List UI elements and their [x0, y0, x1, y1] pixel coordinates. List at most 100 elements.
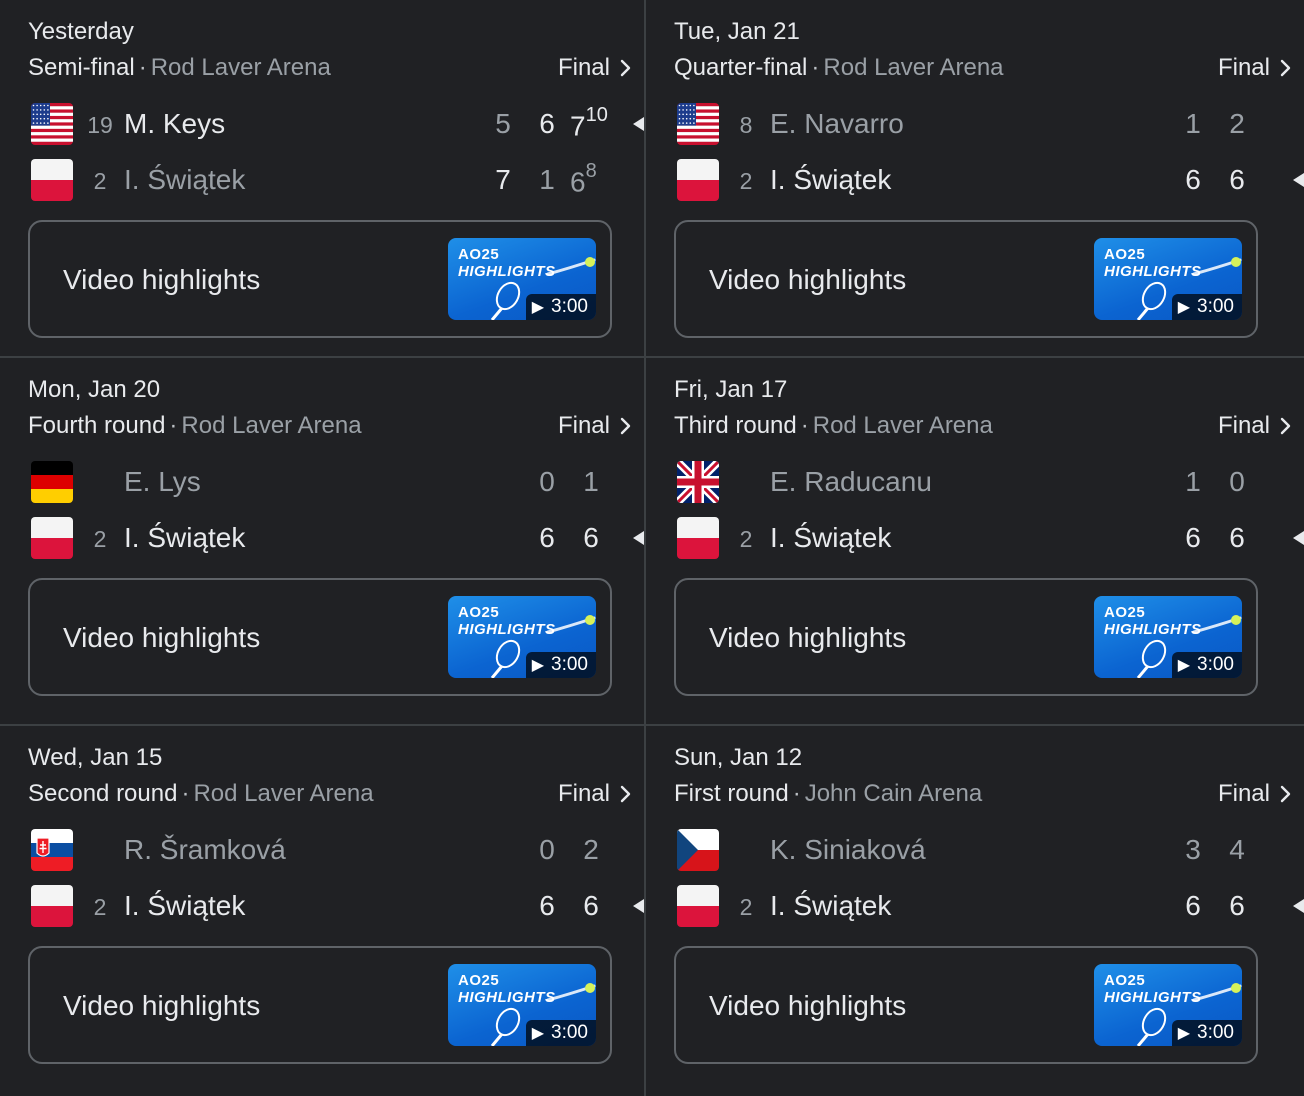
triangle-left-icon	[632, 898, 644, 914]
video-thumbnail[interactable]: AO25 HIGHLIGHTS ▶ 3:00	[1094, 238, 1242, 320]
set-games: 6	[583, 522, 599, 553]
set-score: 3	[1178, 834, 1208, 866]
match-round: Semi-final	[28, 54, 135, 81]
video-highlights-button[interactable]: Video highlights AO25 HIGHLIGHTS ▶ 3:00	[28, 578, 612, 696]
flag-poland-icon	[31, 159, 73, 201]
highlights-title: HIGHLIGHTS	[1104, 263, 1202, 280]
set-games: 6	[1185, 164, 1201, 195]
duration-text: 3:00	[551, 654, 588, 675]
player-name: I. Świątek	[770, 890, 892, 921]
player-row: R. Šramková 0 2	[0, 822, 644, 878]
ao25-logo: AO25	[458, 604, 500, 621]
match-status-link[interactable]: Final	[558, 412, 636, 440]
set-games: 2	[583, 834, 599, 865]
match-round: Third round	[674, 412, 797, 439]
video-highlights-button[interactable]: Video highlights AO25 HIGHLIGHTS ▶ 3:00	[28, 220, 612, 338]
match-status-link[interactable]: Final	[1218, 412, 1296, 440]
player-name: R. Šramková	[124, 834, 286, 865]
set-score: 6	[532, 522, 562, 554]
highlights-title: HIGHLIGHTS	[1104, 989, 1202, 1006]
flag-uk-icon	[677, 461, 719, 503]
video-highlights-button[interactable]: Video highlights AO25 HIGHLIGHTS ▶ 3:00	[28, 946, 612, 1064]
video-highlights-label: Video highlights	[63, 264, 261, 295]
set-score: 4	[1222, 834, 1252, 866]
ao25-logo: AO25	[458, 246, 500, 263]
set-games: 0	[1229, 466, 1245, 497]
video-highlights-button[interactable]: Video highlights AO25 HIGHLIGHTS ▶ 3:00	[674, 578, 1258, 696]
highlights-title: HIGHLIGHTS	[458, 263, 556, 280]
match-card[interactable]: Sun, Jan 12 First round · John Cain Arena …	[646, 726, 1304, 1096]
match-status-link[interactable]: Final	[558, 780, 636, 808]
video-thumbnail[interactable]: AO25 HIGHLIGHTS ▶ 3:00	[1094, 596, 1242, 678]
flag-slovakia-icon	[31, 829, 73, 871]
match-card[interactable]: Fri, Jan 17 Third round · Rod Laver Arena …	[646, 358, 1304, 726]
flag-germany-icon	[31, 461, 73, 503]
player-name: E. Navarro	[770, 108, 904, 139]
match-status: Final	[557, 412, 610, 439]
match-status: Final	[557, 780, 610, 807]
ao25-logo: AO25	[1104, 972, 1146, 989]
triangle-left-icon	[1292, 530, 1304, 546]
player-row: 8 E. Navarro 1 2	[646, 96, 1304, 152]
match-round-line: Quarter-final · Rod Laver Arena	[674, 54, 1004, 82]
set-score: 710	[570, 104, 614, 142]
set-score: 6	[1178, 164, 1208, 196]
set-score: 2	[576, 834, 606, 866]
set-score: 0	[1222, 466, 1252, 498]
player-row: 19 M. Keys 5 6 710	[0, 96, 644, 152]
flag-poland-icon	[677, 159, 719, 201]
set-games: 1	[539, 164, 555, 195]
set-score: 6	[532, 890, 562, 922]
match-date: Wed, Jan 15	[28, 744, 163, 771]
flag-poland-icon	[677, 885, 719, 927]
set-score: 6	[1222, 164, 1252, 196]
highlights-title: HIGHLIGHTS	[1104, 621, 1202, 638]
video-thumbnail[interactable]: AO25 HIGHLIGHTS ▶ 3:00	[448, 596, 596, 678]
set-score: 6	[1178, 522, 1208, 554]
player-seed: 19	[87, 112, 113, 138]
set-games: 1	[1185, 108, 1201, 139]
match-status-link[interactable]: Final	[1218, 54, 1296, 82]
duration-text: 3:00	[1197, 296, 1234, 317]
flag-czechia-icon	[677, 829, 719, 871]
triangle-left-icon	[632, 116, 644, 132]
video-duration: ▶ 3:00	[525, 652, 596, 678]
separator-dot: ·	[800, 412, 809, 439]
match-card[interactable]: Mon, Jan 20 Fourth round · Rod Laver Arena…	[0, 358, 646, 726]
set-score: 1	[532, 164, 562, 196]
match-date: Mon, Jan 20	[28, 376, 161, 403]
match-status-link[interactable]: Final	[1218, 780, 1296, 808]
video-duration: ▶ 3:00	[525, 1020, 596, 1046]
player-row: E. Raducanu 1 0	[646, 454, 1304, 510]
match-venue: Rod Laver Arena	[193, 780, 374, 807]
video-thumbnail[interactable]: AO25 HIGHLIGHTS ▶ 3:00	[448, 238, 596, 320]
tiebreak-score: 10	[585, 104, 608, 126]
player-row: 2 I. Świątek 6 6	[646, 878, 1304, 934]
match-status-link[interactable]: Final	[558, 54, 636, 82]
chevron-right-icon	[1276, 56, 1296, 80]
match-card[interactable]: Tue, Jan 21 Quarter-final · Rod Laver Aren…	[646, 0, 1304, 358]
player-row: E. Lys 0 1	[0, 454, 644, 510]
player-name: E. Lys	[124, 466, 201, 497]
match-round-line: Second round · Rod Laver Arena	[28, 780, 374, 808]
video-highlights-label: Video highlights	[709, 622, 907, 653]
set-score: 1	[1178, 466, 1208, 498]
ao25-logo: AO25	[1104, 246, 1146, 263]
play-icon: ▶	[531, 1025, 545, 1042]
match-venue: Rod Laver Arena	[812, 412, 993, 439]
player-name: I. Świątek	[770, 522, 892, 553]
player-name: K. Siniaková	[770, 834, 926, 865]
player-row: 2 I. Świątek 7 1 68	[0, 152, 644, 208]
triangle-left-icon	[1292, 172, 1304, 188]
match-card[interactable]: Wed, Jan 15 Second round · Rod Laver Arena…	[0, 726, 646, 1096]
set-score: 2	[1222, 108, 1252, 140]
set-games: 5	[495, 108, 511, 139]
set-games: 6	[583, 890, 599, 921]
separator-dot: ·	[138, 54, 147, 81]
set-score: 6	[576, 890, 606, 922]
video-highlights-button[interactable]: Video highlights AO25 HIGHLIGHTS ▶ 3:00	[674, 220, 1258, 338]
video-thumbnail[interactable]: AO25 HIGHLIGHTS ▶ 3:00	[1094, 964, 1242, 1046]
video-thumbnail[interactable]: AO25 HIGHLIGHTS ▶ 3:00	[448, 964, 596, 1046]
match-card[interactable]: Yesterday Semi-final · Rod Laver Arena Fin…	[0, 0, 646, 358]
video-highlights-button[interactable]: Video highlights AO25 HIGHLIGHTS ▶ 3:00	[674, 946, 1258, 1064]
